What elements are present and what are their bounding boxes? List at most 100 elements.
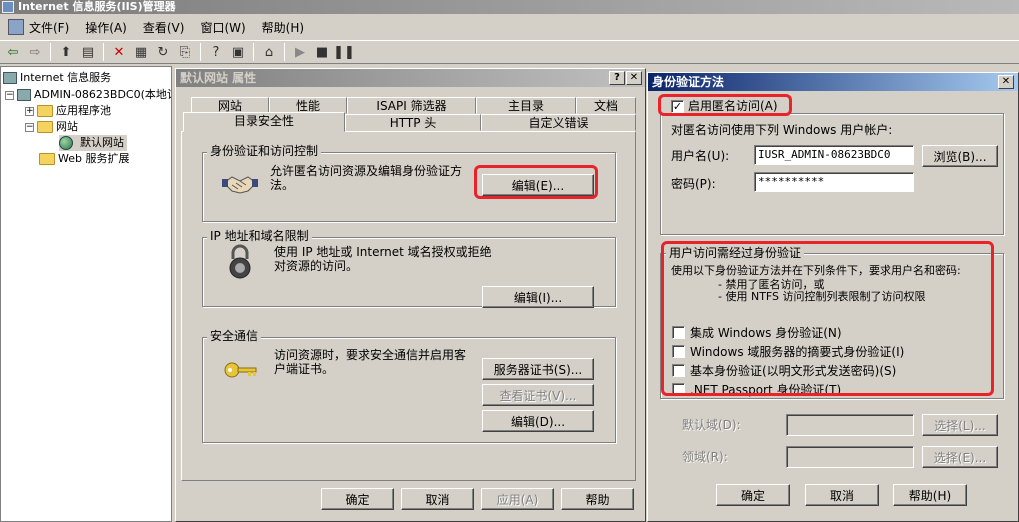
computer-icon[interactable]: ⌂: [259, 42, 279, 62]
expand-icon[interactable]: +: [25, 106, 34, 116]
cancel-button[interactable]: 取消: [401, 488, 474, 510]
passport-auth-checkbox[interactable]: [672, 383, 685, 396]
basic-auth-checkbox[interactable]: [672, 364, 685, 377]
menu-file[interactable]: 文件(F): [4, 19, 81, 36]
forward-icon[interactable]: ⇨: [25, 42, 45, 62]
browse-button[interactable]: 浏览(B)...: [922, 145, 998, 167]
anon-description: 对匿名访问使用下列 Windows 用户帐户:: [671, 123, 893, 137]
select-realm-button[interactable]: 选择(E)...: [922, 446, 998, 468]
help-button[interactable]: 帮助: [561, 488, 634, 510]
toolbar-separator: [253, 43, 254, 61]
auth-cancel-button[interactable]: 取消: [805, 484, 879, 506]
menu-bar: 文件(F) 操作(A) 查看(V) 窗口(W) 帮助(H): [0, 16, 1019, 38]
handshake-icon: [222, 176, 258, 194]
anon-checkbox-row[interactable]: ✓ 启用匿名访问(A): [668, 99, 781, 113]
tree-web-ext[interactable]: Web 服务扩展: [39, 151, 129, 167]
menu-window[interactable]: 窗口(W): [196, 19, 257, 36]
integrated-windows-checkbox[interactable]: [672, 326, 685, 339]
menu-view[interactable]: 查看(V): [139, 19, 197, 36]
tab-isapi[interactable]: ISAPI 筛选器: [347, 97, 476, 114]
play-icon[interactable]: ▶: [290, 42, 310, 62]
tree-default-site[interactable]: 默认网站: [59, 135, 127, 151]
server-cert-button[interactable]: 服务器证书(S)...: [482, 358, 594, 380]
digest-auth-label[interactable]: Windows 域服务器的摘要式身份验证(I): [690, 345, 904, 359]
close-title-button[interactable]: ✕: [998, 75, 1014, 89]
auth-help-button[interactable]: 帮助(H): [893, 484, 967, 506]
up-folder-icon[interactable]: ⬆: [56, 42, 76, 62]
main-window-title: Internet 信息服务(IIS)管理器: [0, 0, 1019, 14]
digest-auth-checkbox[interactable]: [672, 345, 685, 358]
username-field[interactable]: IUSR_ADMIN-08623BDC0: [754, 145, 914, 165]
auth-title-bar: 身份验证方法: [648, 73, 1018, 91]
auth-edit-button[interactable]: 编辑(E)...: [482, 174, 594, 196]
toolbar-separator: [284, 43, 285, 61]
iis-app-icon: [2, 1, 14, 13]
integrated-windows-label[interactable]: 集成 Windows 身份验证(N): [690, 326, 842, 340]
properties-icon[interactable]: ▦: [131, 42, 151, 62]
stop-icon[interactable]: ■: [312, 42, 332, 62]
tab-home-dir[interactable]: 主目录: [476, 97, 576, 114]
anon-checkbox[interactable]: ✓: [671, 99, 684, 113]
key-icon: [224, 362, 257, 378]
help-title-button[interactable]: ?: [609, 71, 625, 85]
auth-access-label: 用户访问需经过身份验证: [666, 246, 805, 260]
delete-icon[interactable]: ✕: [109, 42, 129, 62]
password-field[interactable]: **********: [754, 172, 914, 192]
close-title-button[interactable]: ✕: [626, 71, 642, 85]
default-domain-label: 默认域(D):: [682, 418, 741, 432]
help-icon[interactable]: ?: [206, 42, 226, 62]
ok-button[interactable]: 确定: [321, 488, 394, 510]
sec-edit-button[interactable]: 编辑(D)...: [482, 410, 594, 432]
refresh-icon[interactable]: ↻: [153, 42, 173, 62]
auth-methods-dialog: 身份验证方法 ✕ ✓ 启用匿名访问(A) 对匿名访问使用下列 Windows 用…: [647, 72, 1019, 522]
ip-edit-button[interactable]: 编辑(I)...: [482, 286, 594, 308]
tab-http-headers[interactable]: HTTP 头: [345, 114, 481, 131]
sec-group-label: 安全通信: [207, 329, 262, 343]
lock-icon: [229, 244, 251, 279]
site-properties-dialog: 默认网站 属性 ? ✕ 网站 性能 ISAPI 筛选器 主目录 文档 目录安全性…: [175, 68, 646, 522]
basic-auth-label[interactable]: 基本身份验证(以明文形式发送密码)(S): [690, 364, 896, 378]
realm-field[interactable]: [786, 446, 914, 468]
toolbar-separator: [103, 43, 104, 61]
properties-title-bar: 默认网站 属性: [176, 69, 645, 87]
collapse-icon[interactable]: −: [25, 122, 34, 132]
auth-desc-1: 使用以下身份验证方法并在下列条件下，要求用户名和密码:: [671, 264, 961, 277]
tab-custom-errors[interactable]: 自定义错误: [481, 114, 636, 131]
ip-description: 使用 IP 地址或 Internet 域名授权或拒绝对资源的访问。: [274, 245, 492, 273]
ip-group-label: IP 地址和域名限制: [207, 229, 312, 243]
console-icon[interactable]: ▣: [228, 42, 248, 62]
toolbar-separator: [50, 43, 51, 61]
username-label: 用户名(U):: [671, 149, 730, 163]
folder-icon: [37, 121, 53, 133]
globe-icon: [59, 136, 73, 150]
folder-icon: [37, 105, 53, 117]
auth-group-label: 身份验证和访问控制: [207, 144, 322, 158]
tree-websites[interactable]: − 网站: [25, 119, 78, 135]
tree-app-pools[interactable]: + 应用程序池: [25, 103, 111, 119]
menu-help[interactable]: 帮助(H): [258, 19, 316, 36]
auth-description: 允许匿名访问资源及编辑身份验证方法。: [270, 164, 463, 192]
tree-root[interactable]: Internet 信息服务: [3, 70, 111, 86]
tab-panel: 身份验证和访问控制 允许匿名访问资源及编辑身份验证方法。 编辑(E)... IP…: [181, 131, 636, 481]
realm-label: 领域(R):: [682, 450, 728, 464]
export-icon[interactable]: ⎘: [175, 42, 195, 62]
passport-auth-label[interactable]: .NET Passport 身份验证(T): [690, 383, 841, 397]
show-tree-icon[interactable]: ▤: [78, 42, 98, 62]
auth-ok-button[interactable]: 确定: [716, 484, 790, 506]
console-tree: Internet 信息服务 − ADMIN-08623BDC0(本地计 + 应用程序…: [0, 66, 172, 522]
view-cert-button[interactable]: 查看证书(V)...: [482, 384, 594, 406]
default-domain-field[interactable]: [786, 414, 914, 436]
menu-action[interactable]: 操作(A): [81, 19, 139, 36]
select-domain-button[interactable]: 选择(L)...: [922, 414, 998, 436]
tree-computer[interactable]: − ADMIN-08623BDC0(本地计: [5, 87, 171, 103]
tab-documents[interactable]: 文档: [576, 97, 636, 114]
collapse-icon[interactable]: −: [5, 90, 14, 100]
back-icon[interactable]: ⇦: [3, 42, 23, 62]
toolbar: ⇦ ⇨ ⬆ ▤ ✕ ▦ ↻ ⎘ ? ▣ ⌂ ▶ ■ ❚❚: [0, 40, 1019, 64]
computer-icon: [17, 89, 31, 101]
folder-icon: [39, 153, 55, 165]
password-label: 密码(P):: [671, 177, 716, 191]
apply-button[interactable]: 应用(A): [481, 488, 554, 510]
pause-icon[interactable]: ❚❚: [333, 42, 355, 62]
tab-directory-security[interactable]: 目录安全性: [183, 112, 345, 132]
